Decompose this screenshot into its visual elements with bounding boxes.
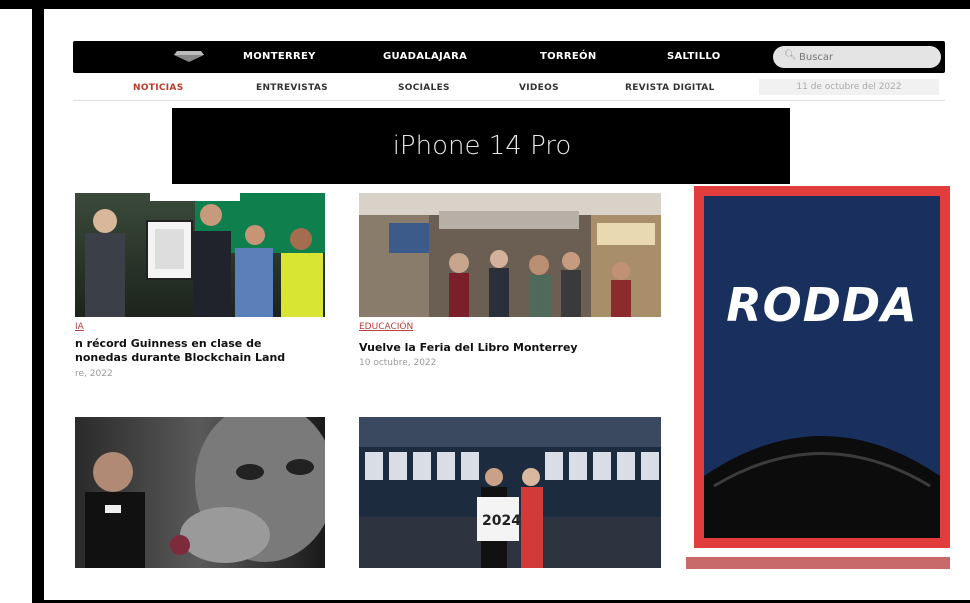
tab-entrevistas[interactable]: ENTREVISTAS [256,83,328,93]
search-input[interactable] [797,49,931,66]
article-image-portrait[interactable] [75,417,325,568]
window-frame-left [32,0,44,603]
article-date: re, 2022 [75,369,113,379]
article-date: 10 octubre, 2022 [359,358,437,368]
article-category[interactable]: IA [75,322,84,332]
wheel-graphic-icon [704,436,940,538]
ad-panel: RODDA [704,196,940,538]
article-category[interactable]: EDUCACIÓN [359,322,413,332]
tab-revista-digital[interactable]: REVISTA DIGITAL [625,83,715,93]
nav-city-torreon[interactable]: TORREÓN [540,51,597,62]
search-icon: 🔍︎ [784,50,797,61]
article-image-feria-libro[interactable] [359,193,661,317]
window-frame-top [0,0,970,9]
top-nav: MONTERREY GUADALAJARA TORREÓN SALTILLO 🔍… [73,41,945,73]
nav-city-saltillo[interactable]: SALTILLO [667,51,721,62]
search-box[interactable]: 🔍︎ [773,46,941,68]
article-title-line[interactable]: n récord Guinness en clase de [75,337,261,351]
banner-text: iPhone 14 Pro [392,131,572,161]
tab-sociales[interactable]: SOCIALES [398,83,450,93]
article-title-line[interactable]: nonedas durante Blockchain Land [75,351,285,365]
article-title-line[interactable]: Vuelve la Feria del Libro Monterrey [359,341,578,355]
tab-noticias[interactable]: NOTICIAS [133,83,183,93]
tab-videos[interactable]: VIDEOS [519,83,559,93]
ad-strip [686,557,950,569]
section-nav: NOTICIAS ENTREVISTAS SOCIALES VIDEOS REV… [73,76,945,101]
svg-text:2024: 2024 [482,513,521,529]
diamond-logo-icon[interactable] [173,50,205,63]
article-image-jersey[interactable]: 2024 [359,417,661,568]
rodda-ad[interactable]: RODDA [694,186,950,548]
iphone-banner-ad[interactable]: iPhone 14 Pro [172,108,790,184]
article-image-guinness[interactable] [75,193,325,317]
nav-city-guadalajara[interactable]: GUADALAJARA [383,51,467,62]
nav-city-monterrey[interactable]: MONTERREY [243,51,316,62]
current-date: 11 de octubre del 2022 [759,79,939,95]
